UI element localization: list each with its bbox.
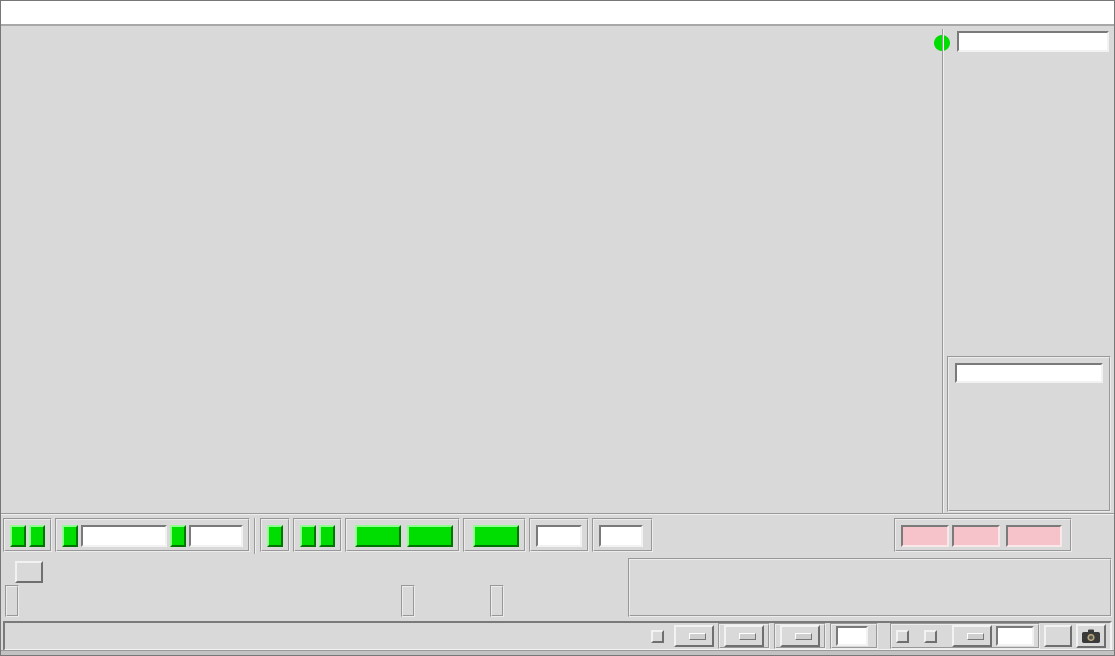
dr-pulse-group — [529, 518, 589, 552]
beam-gate-group — [3, 518, 52, 552]
panel-divider — [942, 29, 944, 515]
busel-on-button[interactable] — [267, 525, 283, 547]
ph-checkbox[interactable] — [896, 629, 909, 643]
beam-rep-percent-field — [1006, 525, 1062, 547]
rtl-bs-group — [463, 518, 526, 552]
chg-th-checkbox-item — [651, 629, 668, 643]
bpm-name-axis — [63, 452, 899, 513]
fc15-kv-field[interactable] — [81, 525, 167, 547]
status-controls — [651, 623, 1106, 649]
show-row-1 — [636, 566, 1106, 588]
sector-group — [5, 585, 19, 617]
dr-pulse-field[interactable] — [536, 525, 582, 547]
show-row-2 — [636, 588, 1106, 610]
fc15-on-button[interactable] — [62, 525, 78, 547]
bunch-2nd-button[interactable] — [319, 525, 335, 547]
bunch-group — [293, 518, 342, 552]
beam-controls-row — [3, 518, 653, 558]
chg-th-checkbox[interactable] — [651, 629, 664, 643]
window-titlebar — [1, 1, 1114, 26]
dropdown-dash-icon — [795, 632, 812, 640]
beam-gate-open-button-2[interactable] — [29, 525, 45, 547]
beam-rep-field-2 — [952, 525, 1000, 547]
bpm-select-frame — [718, 623, 770, 649]
busel-group — [260, 518, 290, 552]
ph-checkbox-item — [896, 629, 913, 643]
screenshot-button[interactable] — [1076, 624, 1106, 648]
beam-rep-field-1 — [901, 525, 949, 547]
ltr-bs-group — [345, 518, 460, 552]
rtl-s01-open-button[interactable] — [473, 525, 519, 547]
beam-gate-open-button-1[interactable] — [10, 525, 26, 547]
charge-threshold-field[interactable] — [836, 626, 868, 646]
bpm-monitor-panel — [947, 356, 1111, 512]
bpm-dropdown[interactable] — [724, 625, 764, 647]
conti-checkbox[interactable] — [924, 629, 937, 643]
dropdown-dash-icon — [689, 632, 706, 640]
bunch-dropdown[interactable] — [780, 625, 820, 647]
separator — [254, 518, 256, 554]
count-dropdown[interactable] — [952, 625, 992, 647]
replot-button[interactable] — [15, 561, 43, 583]
conti-checkbox-item — [924, 629, 941, 643]
bunch-1st-button[interactable] — [300, 525, 316, 547]
count-input[interactable] — [996, 626, 1034, 646]
fc15-group — [55, 518, 250, 552]
timestamp-field — [957, 31, 1109, 52]
dropdown-dash-icon — [739, 632, 756, 640]
window-bottom-edge — [1, 650, 1114, 655]
camera-icon — [1081, 628, 1101, 644]
bunch-select-frame — [774, 623, 826, 649]
sigma-group — [490, 585, 504, 617]
range-row — [5, 560, 43, 584]
plot-controls-divider — [1, 513, 1114, 515]
threshold-dropdown[interactable] — [674, 625, 714, 647]
status-bar — [3, 621, 1112, 651]
ratio-field[interactable] — [599, 525, 643, 547]
bunch-filter-group — [401, 585, 415, 617]
fc15-acc-button[interactable] — [170, 525, 186, 547]
ltr-n02-open-button[interactable] — [407, 525, 453, 547]
ltr-n01-open-button[interactable] — [355, 525, 401, 547]
resize-button[interactable] — [1044, 625, 1072, 647]
beam-rep-group — [894, 518, 1072, 552]
ratio-group — [592, 518, 653, 552]
dropdown-dash-icon — [967, 632, 984, 640]
fc15-percent-field[interactable] — [189, 525, 243, 547]
orbit-app-window — [0, 0, 1115, 656]
monitor-bpm-name[interactable] — [955, 363, 1103, 383]
charge-frame — [830, 623, 878, 649]
acquisition-frame — [890, 623, 1040, 649]
show-group — [628, 558, 1112, 617]
